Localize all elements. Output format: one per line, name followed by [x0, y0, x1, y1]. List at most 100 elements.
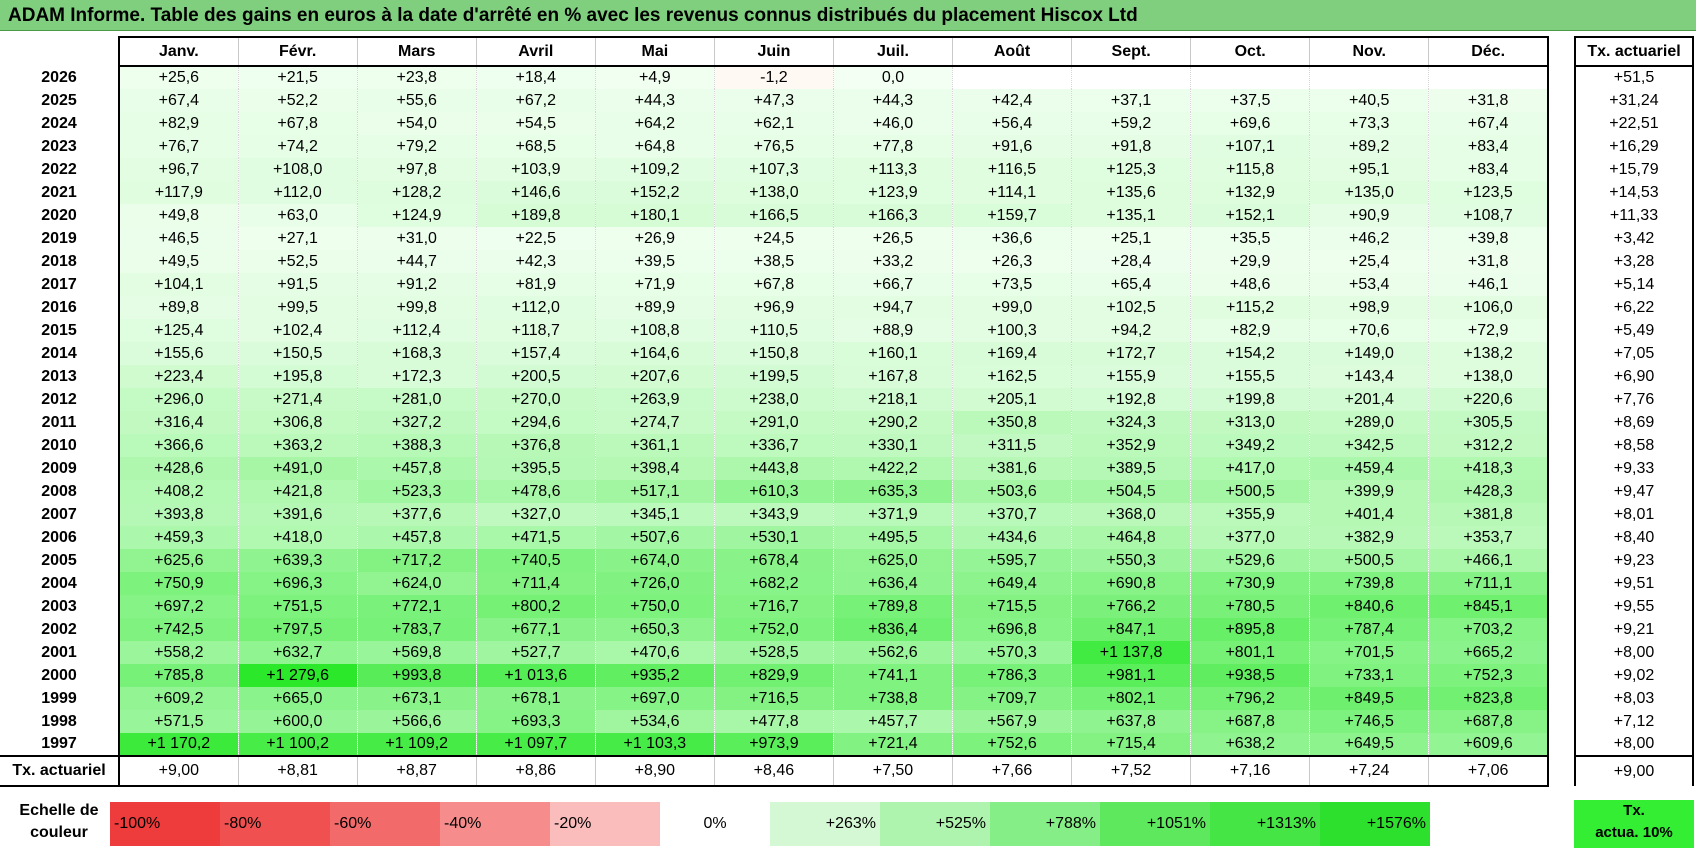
gain-cell: +95,1 [1309, 158, 1429, 181]
year-label: 2015 [41, 321, 77, 339]
year-row: 2012 +296,0 +271,4 +281,0 +270,0 +263,9 +238,0… [0, 388, 1550, 411]
gain-cell: +464,8 [1071, 526, 1191, 549]
legend-end-line2: actua. 10% [1595, 824, 1673, 841]
gain-cell: +102,5 [1071, 296, 1191, 319]
gain-cell: +847,1 [1071, 618, 1191, 641]
gain-cell: +81,9 [475, 273, 596, 296]
gain-cell: +687,8 [1190, 710, 1310, 733]
year-label: 2016 [41, 298, 77, 316]
gain-cell: +64,8 [594, 135, 715, 158]
gain-cell: +517,1 [594, 480, 715, 503]
gain-cell [1190, 66, 1310, 89]
gain-cell: +124,9 [356, 204, 477, 227]
actuarial-rate-cell: +8,01 [1574, 503, 1694, 526]
color-scale-swatch: -20% [550, 802, 660, 846]
gain-cell: +349,2 [1190, 434, 1310, 457]
color-scale-label-line1: Echelle de [19, 802, 99, 819]
gain-cell: +1 109,2 [356, 733, 477, 756]
gain-cell: +717,2 [356, 549, 477, 572]
gain-cell: +135,0 [1309, 181, 1429, 204]
gain-cell: +172,7 [1071, 342, 1191, 365]
actuarial-rate-cell: +8,58 [1574, 434, 1694, 457]
gain-cell: +459,4 [1309, 457, 1429, 480]
gain-cell: +112,0 [475, 296, 596, 319]
rate-row: +8,00 [1574, 733, 1694, 756]
gain-cell: +343,9 [713, 503, 834, 526]
gain-cell: +421,8 [237, 480, 358, 503]
rate-row: +3,42 [1574, 227, 1694, 250]
gain-cell: +113,3 [832, 158, 953, 181]
gain-cell: +150,5 [237, 342, 358, 365]
year-label: 2026 [41, 68, 77, 86]
gain-cell: +46,1 [1428, 273, 1550, 296]
gain-cell: +74,2 [237, 135, 358, 158]
month-header-12: Déc. [1428, 36, 1550, 67]
gain-cell: +40,5 [1309, 89, 1429, 112]
gain-cell: +715,5 [951, 595, 1072, 618]
actuarial-rate-cell: +9,23 [1574, 549, 1694, 572]
rate-row: +15,79 [1574, 158, 1694, 181]
gain-cell: +207,6 [594, 365, 715, 388]
gain-cell: +470,6 [594, 641, 715, 664]
gain-cell: +740,5 [475, 549, 596, 572]
gain-cell: +168,3 [356, 342, 477, 365]
corner-cell [0, 37, 120, 66]
rate-row: +9,47 [1574, 480, 1694, 503]
year-label: 2006 [41, 528, 77, 546]
gain-cell: +59,2 [1071, 112, 1191, 135]
year-row: 2013 +223,4 +195,8 +172,3 +200,5 +207,6 +199,5… [0, 365, 1550, 388]
monthly-actuarial-rate-cell: +8,86 [475, 755, 596, 787]
year-label: 2020 [41, 206, 77, 224]
gain-cell: +110,5 [713, 319, 834, 342]
gain-cell: +529,6 [1190, 549, 1310, 572]
color-scale-swatch: +788% [990, 802, 1100, 846]
gain-cell: +752,3 [1428, 664, 1550, 687]
gain-cell: +96,7 [118, 158, 239, 181]
gain-cell: +849,5 [1309, 687, 1429, 710]
year-row: 2025 +67,4 +52,2 +55,6 +67,2 +44,3 +47,3 +44,3 +… [0, 89, 1550, 112]
year-row: 1998 +571,5 +600,0 +566,6 +693,3 +534,6 +477,8… [0, 710, 1550, 733]
month-header-7: Juil. [832, 36, 953, 67]
month-header-5: Mai [594, 36, 715, 67]
year-row: 2020 +49,8 +63,0 +124,9 +189,8 +180,1 +166,5 +1… [0, 204, 1550, 227]
gain-cell: +311,5 [951, 434, 1072, 457]
gain-cell: +368,0 [1071, 503, 1191, 526]
gain-cell: +26,9 [594, 227, 715, 250]
gain-cell: +382,9 [1309, 526, 1429, 549]
gain-cell: +370,7 [951, 503, 1072, 526]
gain-cell: +570,3 [951, 641, 1072, 664]
actuarial-rate-column: Tx. actuariel +51,5 +31,24 +22,51 +16,29 +15… [1574, 36, 1694, 786]
gain-cell: 0,0 [832, 66, 953, 89]
gain-cell: +327,0 [475, 503, 596, 526]
gain-cell: +44,3 [594, 89, 715, 112]
gain-cell: +67,2 [475, 89, 596, 112]
gain-cell: +199,8 [1190, 388, 1310, 411]
gain-cell: +155,6 [118, 342, 239, 365]
gain-cell: +223,4 [118, 365, 239, 388]
gain-cell: +697,0 [594, 687, 715, 710]
gain-cell: +18,4 [475, 66, 596, 89]
gain-cell: +44,7 [356, 250, 477, 273]
gain-cell: +738,8 [832, 687, 953, 710]
gain-cell: +609,6 [1428, 733, 1550, 756]
gain-cell: +353,7 [1428, 526, 1550, 549]
gain-cell: +312,2 [1428, 434, 1550, 457]
year-row: 2001 +558,2 +632,7 +569,8 +527,7 +470,6 +528,5… [0, 641, 1550, 664]
year-label: 2018 [41, 252, 77, 270]
gain-cell: +459,3 [118, 526, 239, 549]
gain-cell: +398,4 [594, 457, 715, 480]
gain-cell: +829,9 [713, 664, 834, 687]
year-label: 2024 [41, 114, 77, 132]
gain-cell: +381,6 [951, 457, 1072, 480]
gain-cell: +169,4 [951, 342, 1072, 365]
actuarial-rate-cell: +14,53 [1574, 181, 1694, 204]
gain-cell: +42,4 [951, 89, 1072, 112]
gain-cell: +135,1 [1071, 204, 1191, 227]
year-row: 2023 +76,7 +74,2 +79,2 +68,5 +64,8 +76,5 +77,8 +… [0, 135, 1550, 158]
gain-cell: +772,1 [356, 595, 477, 618]
gain-cell: +316,4 [118, 411, 239, 434]
gain-cell: +391,6 [237, 503, 358, 526]
rate-row: +8,58 [1574, 434, 1694, 457]
color-scale-swatch: -40% [440, 802, 550, 846]
gain-cell: +376,8 [475, 434, 596, 457]
